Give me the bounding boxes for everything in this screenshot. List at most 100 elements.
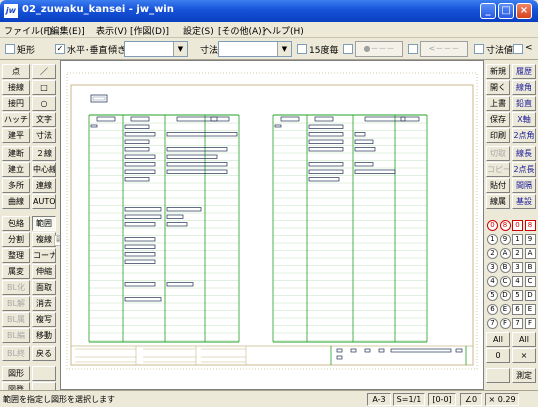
tool-3-1[interactable]: 文字 — [32, 112, 56, 127]
layer-all-right[interactable]: All — [512, 332, 536, 347]
right-tool-0-0[interactable]: 新規 — [486, 64, 510, 79]
tool-15-0[interactable]: BL属 — [2, 312, 30, 327]
right-tool-6-0[interactable]: コピー — [486, 162, 510, 177]
hv-checkbox[interactable]: ✓ — [55, 44, 65, 54]
menu-item-2[interactable]: 表示(V) — [96, 24, 127, 37]
size-combo[interactable]: ▼ — [218, 41, 292, 57]
right-tool-2-1[interactable]: 鉛直 — [512, 96, 536, 111]
layer-button-4-3[interactable]: C — [524, 276, 536, 287]
tool-13-1[interactable]: 面取 — [32, 280, 56, 295]
tool-9-1[interactable]: 範囲 — [32, 216, 56, 231]
tool-16-1[interactable]: 移動 — [32, 328, 56, 343]
tool-10-1[interactable]: 複線 — [32, 232, 56, 247]
layer-button-5-0[interactable]: 5 — [487, 290, 498, 301]
tool-16-0[interactable]: BL編 — [2, 328, 30, 343]
right-tool-3-0[interactable]: 保存 — [486, 112, 510, 127]
right-tool-6-1[interactable]: 2点長 — [512, 162, 536, 177]
layer-button-5-1[interactable]: D — [499, 290, 511, 301]
blank-tool-0[interactable] — [32, 366, 56, 381]
arrow-checkbox[interactable] — [408, 44, 418, 54]
layer-button-0-2[interactable]: 0 — [512, 220, 523, 231]
tool-0-1[interactable]: ／ — [32, 64, 56, 79]
right-tool-5-0[interactable]: 切取 — [486, 146, 510, 161]
tool-5-0[interactable]: 建断 — [2, 146, 30, 161]
right-tool-1-0[interactable]: 開く — [486, 80, 510, 95]
layer-button-6-2[interactable]: 6 — [512, 304, 523, 315]
layer-button-7-2[interactable]: 7 — [512, 318, 523, 329]
tool-18-0[interactable]: 図形 — [2, 366, 30, 381]
tool-12-0[interactable]: 属変 — [2, 264, 30, 279]
tool-7-0[interactable]: 多所 — [2, 178, 30, 193]
tool-14-0[interactable]: BL解 — [2, 296, 30, 311]
layer-button-0-1[interactable]: 8 — [499, 220, 511, 231]
menu-item-5[interactable]: [その他(A)] — [218, 24, 265, 37]
layer-button-6-3[interactable]: E — [524, 304, 536, 315]
tool-0-0[interactable]: 点 — [2, 64, 30, 79]
right-tool-3-1[interactable]: X軸 — [512, 112, 536, 127]
layer-button-2-1[interactable]: A — [499, 248, 511, 259]
dimvalue-checkbox[interactable] — [474, 44, 484, 54]
layer-all-left[interactable]: All — [486, 332, 510, 347]
ratio-checkbox[interactable] — [297, 44, 307, 54]
menu-item-4[interactable]: 設定(S) — [183, 24, 214, 37]
layer-button-6-0[interactable]: 6 — [487, 304, 498, 315]
tool-2-0[interactable]: 接円 — [2, 96, 30, 111]
layer-button-3-2[interactable]: 3 — [512, 262, 523, 273]
layer-button-3-0[interactable]: 3 — [487, 262, 498, 273]
chevron-down-icon[interactable]: ▼ — [277, 42, 291, 56]
tool-1-1[interactable]: □ — [32, 80, 56, 95]
layer-button-3-3[interactable]: B — [524, 262, 536, 273]
chevron-down-icon[interactable]: ▼ — [173, 42, 187, 56]
tool-11-0[interactable]: 整理 — [2, 248, 30, 263]
measure-button[interactable]: 測定 — [512, 368, 536, 383]
dot-line-button[interactable]: ●－－－ — [355, 41, 403, 57]
right-tool-7-1[interactable]: 間隔 — [512, 178, 536, 193]
right-tool-2-0[interactable]: 上書 — [486, 96, 510, 111]
blank-right-button[interactable] — [486, 368, 510, 383]
drawing-canvas[interactable] — [60, 60, 484, 390]
layer-button-3-1[interactable]: B — [499, 262, 511, 273]
right-tool-5-1[interactable]: 線長 — [512, 146, 536, 161]
tool-8-1[interactable]: AUTO — [32, 194, 56, 209]
menu-item-3[interactable]: [作図(D)] — [130, 24, 169, 37]
layer-indicator[interactable]: [0-0] — [428, 393, 456, 406]
tool-6-1[interactable]: 中心線 — [32, 162, 56, 177]
tool-12-1[interactable]: 伸縮 — [32, 264, 56, 279]
tool-5-1[interactable]: ２線 — [32, 146, 56, 161]
arrow-line-button[interactable]: <－－－ — [420, 41, 468, 57]
scale[interactable]: S=1/1 — [393, 393, 425, 406]
layer-button-4-0[interactable]: 4 — [487, 276, 498, 287]
minimize-button[interactable]: _ — [480, 3, 496, 19]
layer-button-6-1[interactable]: E — [499, 304, 511, 315]
zoom[interactable]: × 0.29 — [485, 393, 519, 406]
angle[interactable]: ∠0 — [460, 393, 482, 406]
layer-button-5-3[interactable]: D — [524, 290, 536, 301]
rect-checkbox[interactable] — [5, 44, 15, 54]
layer-button-4-2[interactable]: 4 — [512, 276, 523, 287]
tool-8-0[interactable]: 曲線 — [2, 194, 30, 209]
layer-button-2-2[interactable]: 2 — [512, 248, 523, 259]
layer-button-7-0[interactable]: 7 — [487, 318, 498, 329]
last-checkbox[interactable] — [513, 44, 523, 54]
tool-17-0[interactable]: BL終 — [2, 346, 30, 361]
layer-button-4-1[interactable]: C — [499, 276, 511, 287]
right-tool-0-1[interactable]: 履歴 — [512, 64, 536, 79]
tool-10-0[interactable]: 分割 — [2, 232, 30, 247]
tool-9-0[interactable]: 包絡 — [2, 216, 30, 231]
tool-4-1[interactable]: 寸法 — [32, 128, 56, 143]
layer-x[interactable]: × — [512, 348, 536, 363]
right-tool-4-1[interactable]: 2点角 — [512, 128, 536, 143]
tool-4-0[interactable]: 建平 — [2, 128, 30, 143]
tool-14-1[interactable]: 消去 — [32, 296, 56, 311]
right-tool-4-0[interactable]: 印刷 — [486, 128, 510, 143]
right-tool-1-1[interactable]: 線角 — [512, 80, 536, 95]
tool-2-1[interactable]: ○ — [32, 96, 56, 111]
layer-button-0-0[interactable]: 0 — [487, 220, 498, 231]
paper-size[interactable]: A-3 — [367, 393, 391, 406]
tool-3-0[interactable]: ハッチ — [2, 112, 30, 127]
tool-7-1[interactable]: 連線 — [32, 178, 56, 193]
layer-button-2-3[interactable]: A — [524, 248, 536, 259]
menu-item-1[interactable]: [編集(E)] — [47, 24, 85, 37]
right-tool-7-0[interactable]: 貼付 — [486, 178, 510, 193]
tool-6-0[interactable]: 建立 — [2, 162, 30, 177]
